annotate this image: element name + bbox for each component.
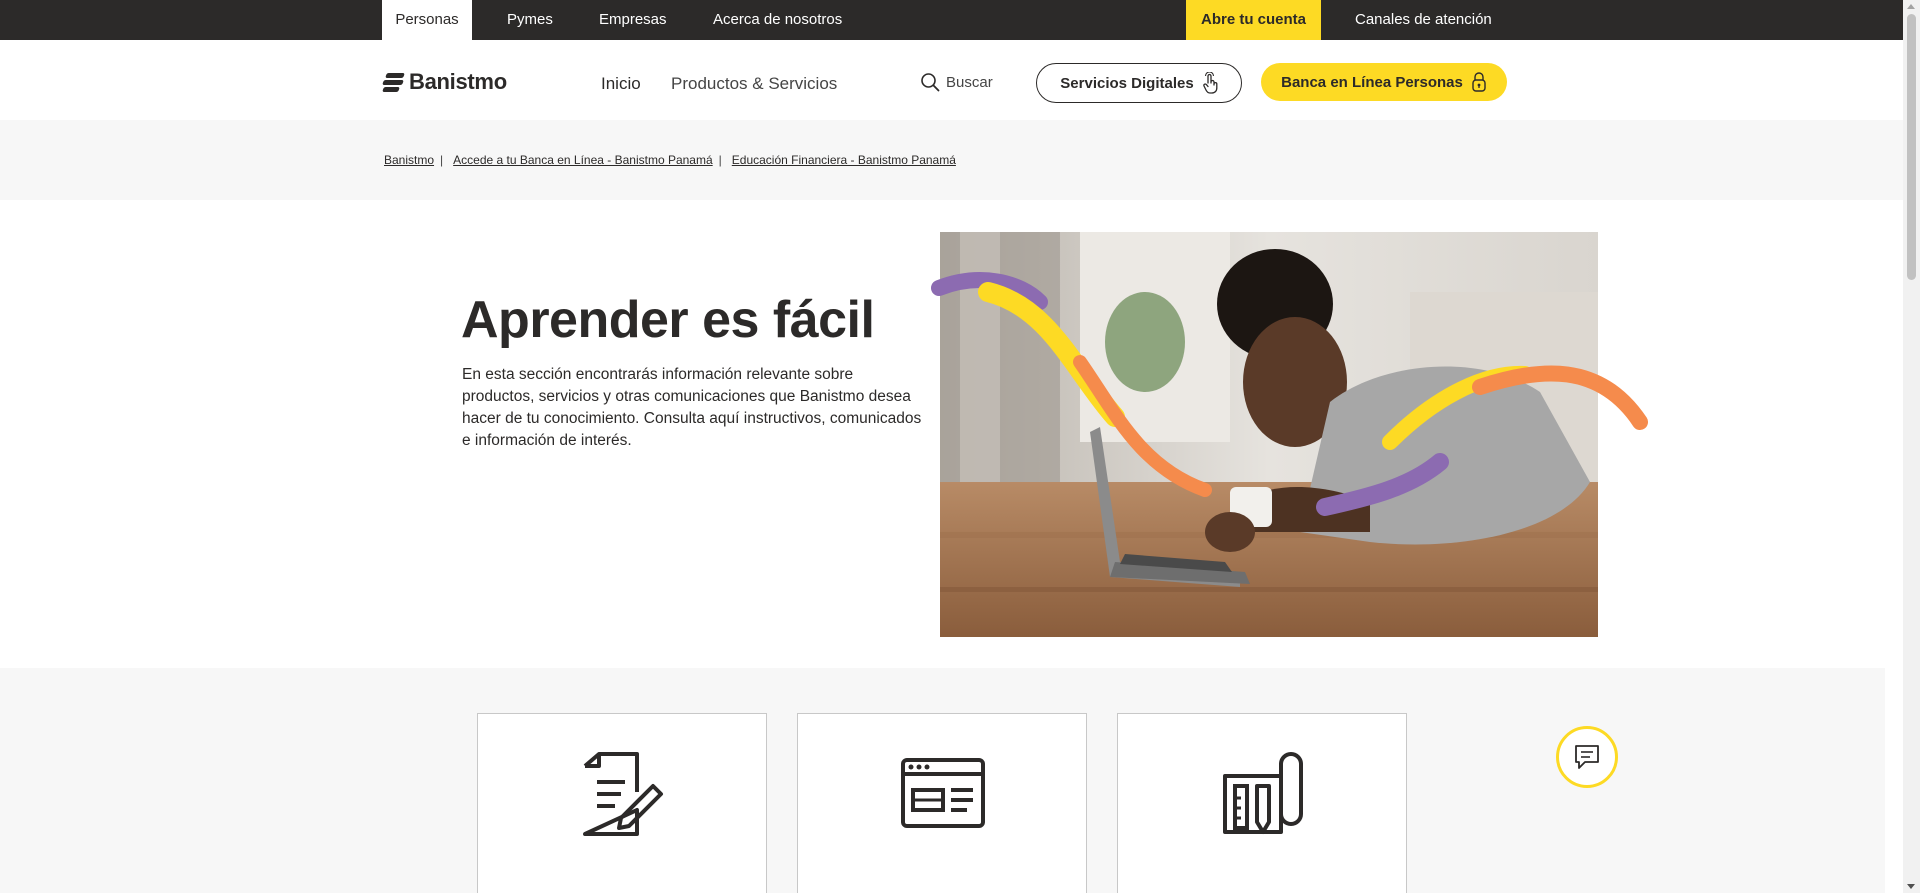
scrollbar-thumb[interactable] <box>1907 14 1916 280</box>
channels-link[interactable]: Canales de atención <box>1355 0 1492 40</box>
browser-window-icon <box>901 758 985 828</box>
chat-button[interactable] <box>1556 726 1618 788</box>
page: Personas Pymes Empresas Acerca de nosotr… <box>0 0 1920 893</box>
search-icon <box>921 73 940 92</box>
banistmo-logo-mark-icon <box>382 72 405 92</box>
nav-productos-servicios[interactable]: Productos & Servicios <box>671 74 837 94</box>
nav-inicio[interactable]: Inicio <box>601 74 641 94</box>
scroll-down-arrow-icon[interactable] <box>1907 884 1915 889</box>
chat-bubble-icon <box>1575 745 1599 769</box>
open-account-link[interactable]: Abre tu cuenta <box>1186 0 1321 40</box>
education-card[interactable] <box>1117 713 1407 893</box>
breadcrumb-separator: | <box>440 153 444 167</box>
breadcrumb-item[interactable]: Accede a tu Banca en Línea - Banistmo Pa… <box>453 153 713 167</box>
tab-pymes[interactable]: Pymes <box>507 0 553 40</box>
breadcrumb-bar: Banistmo | Accede a tu Banca en Línea - … <box>0 120 1903 200</box>
page-scrollbar[interactable] <box>1903 0 1920 893</box>
scroll-up-arrow-icon[interactable] <box>1907 4 1915 9</box>
breadcrumb: Banistmo | Accede a tu Banca en Línea - … <box>384 153 956 167</box>
tab-personas[interactable]: Personas <box>382 0 472 40</box>
breadcrumb-item[interactable]: Educación Financiera - Banistmo Panamá <box>732 153 956 167</box>
breadcrumb-item[interactable]: Banistmo <box>384 153 434 167</box>
online-banking-label: Banca en Línea Personas <box>1281 73 1463 91</box>
logo-text: Banistmo <box>409 69 507 94</box>
tab-empresas[interactable]: Empresas <box>599 0 667 40</box>
hero-description: En esta sección encontrarás información … <box>462 366 922 449</box>
top-bar: Personas Pymes Empresas Acerca de nosotr… <box>0 0 1903 40</box>
main-header: Banistmo Inicio Productos & Servicios Bu… <box>0 40 1903 120</box>
search-button[interactable]: Buscar <box>920 72 993 92</box>
online-banking-button[interactable]: Banca en Línea Personas <box>1261 63 1507 101</box>
digital-services-button[interactable]: Servicios Digitales <box>1036 63 1242 103</box>
document-edit-icon <box>583 752 663 836</box>
search-label: Buscar <box>946 73 993 91</box>
blueprint-tools-icon <box>1223 752 1303 834</box>
lock-icon <box>1472 72 1486 92</box>
page-title: Aprender es fácil <box>461 291 875 349</box>
banistmo-logo[interactable]: Banistmo <box>382 69 507 95</box>
education-card[interactable] <box>797 713 1087 893</box>
education-card[interactable] <box>477 713 767 893</box>
breadcrumb-separator: | <box>718 153 722 167</box>
tap-hand-icon <box>1202 72 1218 94</box>
decorative-ribbons <box>931 272 1648 516</box>
digital-services-label: Servicios Digitales <box>1060 74 1194 92</box>
tab-acerca-de-nosotros[interactable]: Acerca de nosotros <box>713 0 842 40</box>
